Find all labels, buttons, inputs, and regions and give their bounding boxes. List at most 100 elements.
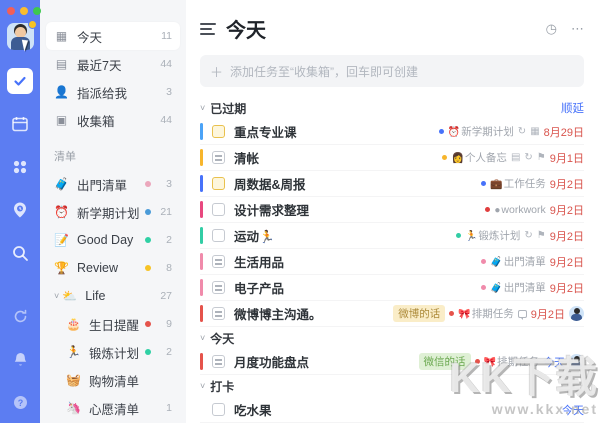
task-list-name: ●workwork: [494, 203, 546, 216]
chevron-down-icon[interactable]: ˅: [200, 333, 205, 343]
task-due-date: 9月2日: [549, 230, 584, 243]
note-icon: ▤: [510, 152, 521, 163]
task-checkbox[interactable]: [212, 255, 225, 268]
comment-icon: [517, 309, 527, 320]
sidebar: ▦ 今天 11 ▤ 最近7天 44 👤 指派给我 3 ▣ 收集箱 44 清单 🧳 出門清單 3 ⏰ 新学期计划…: [40, 0, 186, 423]
sidebar-list-Review[interactable]: 🏆 Review 8: [46, 254, 180, 282]
sidebar-list-锻炼计划[interactable]: 🏃 锻炼计划 2: [46, 338, 180, 366]
task-row[interactable]: 清帐 👩个人备忘 ▤ ↻ ⚑ 9月1日: [200, 145, 584, 171]
sidebar-list-label: 购物清单: [89, 374, 140, 389]
sidebar-list-label: 锻炼计划: [89, 346, 140, 361]
sidebar-item-收集箱[interactable]: ▣ 收集箱 44: [46, 106, 180, 134]
window-controls[interactable]: [0, 7, 41, 15]
list-color-dot: [145, 181, 151, 187]
task-row[interactable]: 设计需求整理 ●workwork 9月2日: [200, 197, 584, 223]
sidebar-list-购物清单[interactable]: 🧺 购物清单: [46, 366, 180, 394]
more-options-icon[interactable]: ⋯: [571, 21, 584, 37]
add-task-input[interactable]: ＋ 添加任务至“收集箱”，回车即可创建: [200, 55, 584, 87]
task-row[interactable]: 月度功能盘点 微信的话 🎀排期任务 今天: [200, 349, 584, 375]
task-checkbox[interactable]: [212, 229, 225, 242]
task-title: 吃水果: [234, 404, 272, 418]
task-row[interactable]: 生活用品 🧳出門清單 9月2日: [200, 249, 584, 275]
task-meta: ⏰新学期计划 ↻ ▦ 8月29日: [438, 124, 584, 140]
tasks-check-icon[interactable]: [7, 68, 33, 94]
task-tag[interactable]: 微信的话: [418, 353, 471, 370]
task-title: 清帐: [234, 152, 260, 166]
task-meta: 今天: [562, 402, 584, 418]
list-emoji-icon: 🎂: [66, 317, 81, 331]
task-checkbox[interactable]: [212, 203, 225, 216]
sidebar-list-label: Life: [85, 289, 106, 303]
collapse-sidebar-icon[interactable]: [200, 22, 216, 35]
calendar-icon[interactable]: [7, 111, 33, 137]
sidebar-list-新学期计划[interactable]: ⏰ 新学期计划 21: [46, 198, 180, 226]
help-icon[interactable]: ?: [7, 389, 33, 415]
maximize-window-icon[interactable]: [33, 7, 41, 15]
task-due-date: 9月2日: [549, 256, 584, 269]
search-icon[interactable]: [7, 240, 33, 266]
sidebar-item-今天[interactable]: ▦ 今天 11: [46, 22, 180, 50]
list-color-bar: [200, 123, 203, 140]
repeat-icon: ↻: [524, 152, 533, 163]
task-checkbox[interactable]: [212, 125, 225, 138]
avatar[interactable]: [6, 20, 37, 52]
minimize-window-icon[interactable]: [20, 7, 28, 15]
list-color-bar: [200, 353, 203, 370]
bell-icon[interactable]: [7, 346, 33, 372]
sync-icon[interactable]: [7, 303, 33, 329]
flag-icon: ⚑: [536, 230, 546, 241]
pin-clock-icon[interactable]: [7, 197, 33, 223]
list-color-bar: [200, 227, 203, 244]
matrix-grid-icon[interactable]: [7, 154, 33, 180]
activity-history-icon[interactable]: ◷: [546, 21, 557, 37]
task-row[interactable]: 重点专业课 ⏰新学期计划 ↻ ▦ 8月29日: [200, 119, 584, 145]
sidebar-list-出門清單[interactable]: 🧳 出門清單 3: [46, 170, 180, 198]
sidebar-list-Life[interactable]: ˅ ⛅ Life 27: [46, 282, 180, 310]
task-checkbox[interactable]: [212, 281, 225, 294]
sidebar-list-count: 2: [166, 346, 172, 358]
list-color-dot: [145, 321, 151, 327]
chevron-down-icon[interactable]: ˅: [200, 103, 205, 113]
assignee-avatar: [569, 354, 584, 369]
calendar-day-icon: ▦: [55, 29, 68, 43]
task-row[interactable]: 周数据&周报 💼工作任务 9月2日: [200, 171, 584, 197]
plus-icon: ＋: [210, 64, 224, 80]
sidebar-list-label: 心愿清单: [89, 402, 140, 417]
task-checkbox[interactable]: [212, 177, 225, 190]
sidebar-list-Good Day[interactable]: 📝 Good Day 2: [46, 226, 180, 254]
sidebar-item-最近7天[interactable]: ▤ 最近7天 44: [46, 50, 180, 78]
list-color-dot: [145, 349, 151, 355]
task-list-name: ⏰新学期计划: [447, 126, 514, 138]
sidebar-item-指派给我[interactable]: 👤 指派给我 3: [46, 78, 180, 106]
task-checkbox[interactable]: [212, 355, 225, 368]
task-row[interactable]: 微博博主沟通。 微博的话 🎀排期任务 9月2日: [200, 301, 584, 327]
list-color-bar: [200, 279, 203, 296]
chevron-down-icon[interactable]: ˅: [200, 381, 205, 391]
priority-dot: [481, 285, 487, 290]
list-emoji-icon: 📝: [54, 233, 69, 247]
calendar-icon: ▦: [530, 126, 540, 137]
task-meta: 👩个人备忘 ▤ ↻ ⚑ 9月1日: [442, 150, 584, 166]
task-row[interactable]: 运动🏃 🏃锻炼计划 ↻ ⚑ 9月2日: [200, 223, 584, 249]
chevron-down-icon[interactable]: ˅: [54, 291, 59, 301]
list-emoji-icon: ⏰: [54, 205, 69, 219]
sidebar-item-label: 指派给我: [77, 86, 128, 101]
notification-badge: [27, 20, 37, 29]
task-row[interactable]: 吃水果 今天: [200, 397, 584, 423]
repeat-icon: ↻: [517, 126, 527, 137]
sidebar-list-count: 21: [160, 206, 172, 218]
task-list-name: 👩个人备忘: [451, 152, 507, 164]
sidebar-list-label: 生日提醒: [89, 318, 140, 333]
task-tag[interactable]: 微博的话: [393, 305, 446, 322]
sidebar-list-心愿清单[interactable]: 🦄 心愿清单 1: [46, 394, 180, 422]
task-checkbox[interactable]: [212, 307, 225, 320]
task-due-date: 9月1日: [549, 152, 584, 165]
task-checkbox[interactable]: [212, 403, 225, 416]
task-checkbox[interactable]: [212, 151, 225, 164]
task-row[interactable]: 电子产品 🧳出門清單 9月2日: [200, 275, 584, 301]
task-title: 电子产品: [234, 282, 285, 296]
sidebar-list-生日提醒[interactable]: 🎂 生日提醒 9: [46, 310, 180, 338]
close-window-icon[interactable]: [7, 7, 15, 15]
sidebar-list-count: 1: [166, 402, 172, 414]
postpone-link[interactable]: 顺延: [561, 100, 584, 116]
